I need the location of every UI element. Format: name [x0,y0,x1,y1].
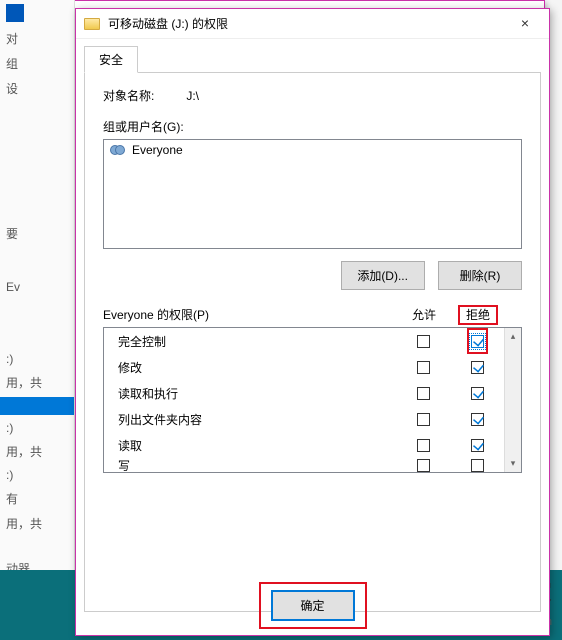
permission-name: 写 [118,457,396,474]
group-item-everyone[interactable]: Everyone [106,142,519,158]
deny-checkbox-highlight [467,328,488,354]
add-button[interactable]: 添加(D)... [341,261,425,290]
permissions-dialog: 可移动磁盘 (J:) 的权限 × 安全 对象名称: J:\ 组或用户名(G): … [75,8,550,636]
close-button[interactable]: × [509,13,541,35]
allow-column-header: 允许 [397,306,451,323]
permission-row: 写 [104,458,504,472]
allow-checkbox[interactable] [417,361,430,374]
ok-button-highlight: 确定 [259,582,367,629]
tab-security[interactable]: 安全 [84,46,138,73]
groups-label: 组或用户名(G): [103,118,522,135]
scroll-up-icon[interactable]: ▴ [505,328,521,345]
group-item-label: Everyone [132,143,183,157]
titlebar: 可移动磁盘 (J:) 的权限 × [76,9,549,39]
allow-checkbox[interactable] [417,439,430,452]
permissions-list: 完全控制修改读取和执行列出文件夹内容读取写 ▴ ▾ [103,327,522,473]
permission-row: 修改 [104,354,504,380]
object-name-value: J:\ [186,89,199,103]
object-name-label: 对象名称: [103,87,183,104]
allow-checkbox[interactable] [417,387,430,400]
background-left-panel: 对 组 设 要 Ev :) 用，共 :) 用，共 :) 有 用，共 动器 [0,0,75,640]
group-icon [110,143,126,157]
deny-checkbox[interactable] [471,387,484,400]
permissions-header-label: Everyone 的权限(P) [103,306,397,323]
permission-name: 读取 [118,437,396,454]
scroll-down-icon[interactable]: ▾ [505,455,521,472]
deny-checkbox[interactable] [471,361,484,374]
permission-row: 读取和执行 [104,380,504,406]
dialog-title: 可移动磁盘 (J:) 的权限 [108,15,509,32]
deny-checkbox[interactable] [471,335,484,348]
permission-name: 完全控制 [118,333,396,350]
ok-button[interactable]: 确定 [271,590,355,621]
tab-body: 对象名称: J:\ 组或用户名(G): Everyone 添加(D)... 删除… [84,72,541,612]
allow-checkbox[interactable] [417,459,430,472]
permission-row: 读取 [104,432,504,458]
allow-checkbox[interactable] [417,413,430,426]
deny-column-header: 拒绝 [451,306,505,323]
permission-name: 列出文件夹内容 [118,411,396,428]
folder-icon [84,18,100,30]
remove-button[interactable]: 删除(R) [438,261,522,290]
deny-checkbox[interactable] [471,439,484,452]
permission-name: 修改 [118,359,396,376]
deny-checkbox[interactable] [471,413,484,426]
permission-row: 列出文件夹内容 [104,406,504,432]
permission-name: 读取和执行 [118,385,396,402]
permission-row: 完全控制 [104,328,504,354]
permissions-scrollbar[interactable]: ▴ ▾ [504,328,521,472]
deny-checkbox[interactable] [471,459,484,472]
allow-checkbox[interactable] [417,335,430,348]
groups-listbox[interactable]: Everyone [103,139,522,249]
